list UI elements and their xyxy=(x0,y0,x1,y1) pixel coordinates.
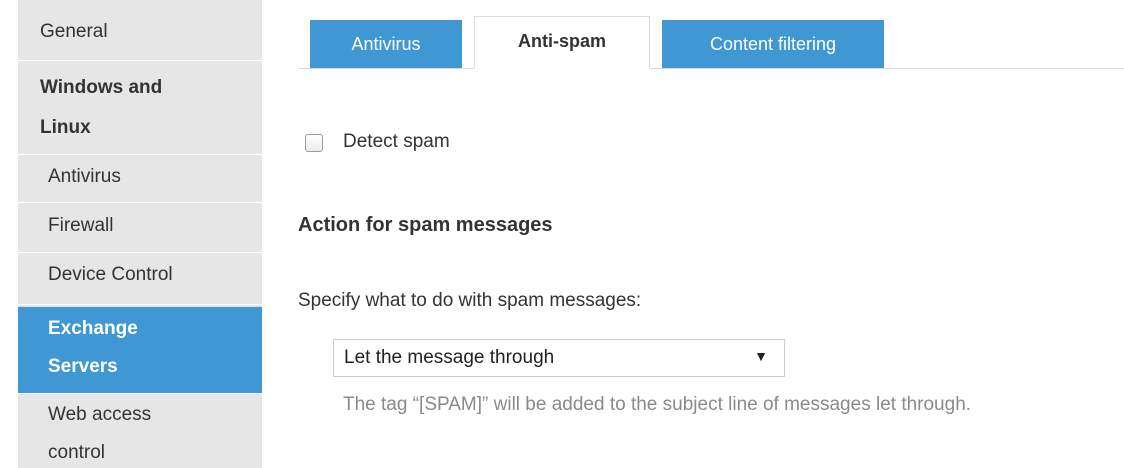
sidebar-item-label: Device Control xyxy=(48,264,173,285)
tab-content-filtering[interactable]: Content filtering xyxy=(662,20,884,68)
sidebar-item-label: Antivirus xyxy=(48,166,121,187)
sidebar-item-antivirus[interactable]: Antivirus xyxy=(18,157,262,197)
tab-label: Content filtering xyxy=(709,33,837,54)
divider xyxy=(18,252,262,253)
sidebar: General Windows and Linux Antivirus Fire… xyxy=(18,0,262,468)
sidebar-item-label: Windows and xyxy=(40,77,163,98)
tab-antivirus[interactable]: Antivirus xyxy=(310,20,462,68)
tab-label: Antivirus xyxy=(351,33,421,54)
sidebar-item-firewall[interactable]: Firewall xyxy=(18,206,262,246)
select-value: Let the message through xyxy=(344,347,555,368)
sidebar-item-general[interactable]: General xyxy=(18,12,262,52)
specify-label: Specify what to do with spam messages: xyxy=(298,290,642,311)
sidebar-item-label-line2: control xyxy=(48,442,106,463)
sidebar-item-label-line2: Linux xyxy=(40,117,91,138)
sidebar-item-label: General xyxy=(40,21,108,42)
spam-action-select[interactable]: Let the message through ▼ xyxy=(333,339,785,377)
sidebar-item-label: Exchange xyxy=(48,318,138,339)
sidebar-item-label-line2: Servers xyxy=(48,356,118,377)
divider xyxy=(18,393,262,394)
sidebar-item-web-access-control[interactable]: Web access control xyxy=(18,396,262,468)
detect-spam-checkbox[interactable] xyxy=(305,134,323,152)
tab-label: Anti-spam xyxy=(517,31,606,51)
divider xyxy=(18,60,262,61)
tab-anti-spam[interactable]: Anti-spam xyxy=(474,16,650,69)
sidebar-item-windows-and-linux[interactable]: Windows and Linux xyxy=(18,68,262,148)
spam-tag-hint: The tag “[SPAM]” will be added to the su… xyxy=(343,394,972,415)
section-title: Action for spam messages xyxy=(298,214,553,236)
detect-spam-label[interactable]: Detect spam xyxy=(343,131,450,153)
chevron-down-icon: ▼ xyxy=(754,348,768,364)
divider xyxy=(18,304,262,305)
sidebar-item-label: Web access xyxy=(48,404,152,425)
sidebar-item-device-control[interactable]: Device Control xyxy=(18,255,262,295)
tab-bar-divider xyxy=(298,68,1124,69)
sidebar-item-exchange-servers[interactable]: Exchange Servers xyxy=(18,307,262,393)
divider xyxy=(18,202,262,203)
divider xyxy=(18,154,262,155)
sidebar-item-label: Firewall xyxy=(48,215,114,236)
